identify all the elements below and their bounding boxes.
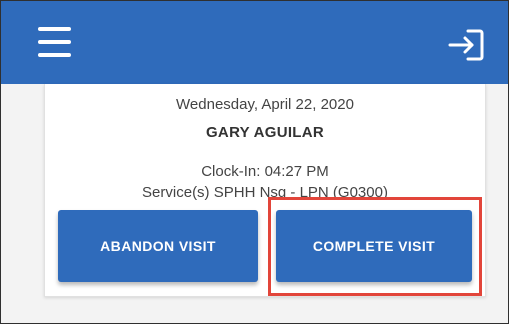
service-description: Service(s) SPHH Nsg - LPN (G0300) — [142, 184, 388, 201]
logout-icon[interactable] — [446, 28, 486, 62]
clock-in-time: Clock-In: 04:27 PM — [201, 163, 329, 180]
complete-visit-button[interactable]: COMPLETE VISIT — [276, 210, 472, 282]
app-screen: Wednesday, April 22, 2020 GARY AGUILAR C… — [0, 0, 509, 324]
visit-date: Wednesday, April 22, 2020 — [176, 96, 354, 113]
visit-card: Wednesday, April 22, 2020 GARY AGUILAR C… — [44, 84, 486, 297]
client-name: GARY AGUILAR — [205, 124, 325, 141]
abandon-visit-button[interactable]: ABANDON VISIT — [58, 210, 258, 282]
hamburger-menu-icon[interactable] — [38, 27, 71, 57]
top-app-bar — [1, 1, 508, 84]
